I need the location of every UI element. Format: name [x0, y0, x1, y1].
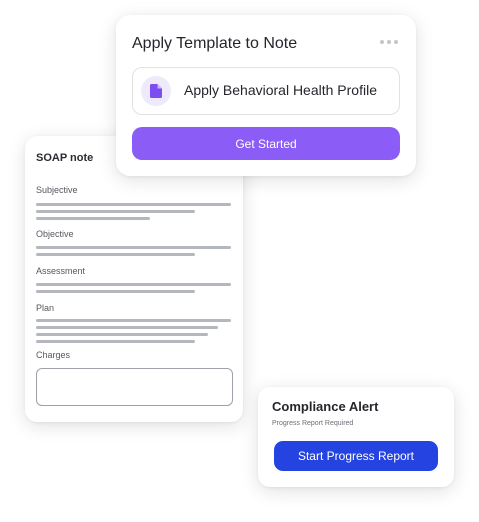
dot	[380, 40, 384, 44]
plan-label: Plan	[36, 303, 55, 313]
objective-text-line	[36, 246, 231, 249]
objective-label: Objective	[36, 229, 74, 239]
subjective-text-line	[36, 217, 150, 220]
document-icon-badge	[141, 76, 171, 106]
objective-text-line	[36, 253, 195, 256]
charges-input[interactable]	[36, 368, 233, 406]
dot	[387, 40, 391, 44]
behavioral-health-profile-option[interactable]: Apply Behavioral Health Profile	[132, 67, 400, 115]
plan-text-line	[36, 319, 231, 322]
subjective-text-line	[36, 210, 195, 213]
apply-template-title: Apply Template to Note	[132, 35, 298, 52]
document-icon	[150, 84, 162, 98]
soap-note-card: SOAP note Subjective Objective Assessmen…	[25, 136, 243, 422]
soap-note-title: SOAP note	[36, 152, 94, 164]
apply-template-card: Apply Template to Note Apply Behavioral …	[116, 15, 416, 176]
compliance-alert-card: Compliance Alert Progress Report Require…	[258, 387, 454, 487]
assessment-text-line	[36, 283, 231, 286]
more-horizontal-icon[interactable]	[380, 40, 398, 44]
subjective-text-line	[36, 203, 231, 206]
get-started-button[interactable]: Get Started	[132, 127, 400, 160]
compliance-alert-subtitle: Progress Report Required	[272, 420, 354, 427]
start-progress-report-button[interactable]: Start Progress Report	[274, 441, 438, 471]
assessment-text-line	[36, 290, 195, 293]
compliance-alert-title: Compliance Alert	[272, 399, 379, 414]
subjective-label: Subjective	[36, 185, 78, 195]
profile-option-label: Apply Behavioral Health Profile	[184, 82, 377, 98]
plan-text-line	[36, 333, 208, 336]
plan-text-line	[36, 326, 218, 329]
assessment-label: Assessment	[36, 266, 86, 276]
dot	[394, 40, 398, 44]
plan-text-line	[36, 340, 195, 343]
charges-label: Charges	[36, 350, 71, 360]
